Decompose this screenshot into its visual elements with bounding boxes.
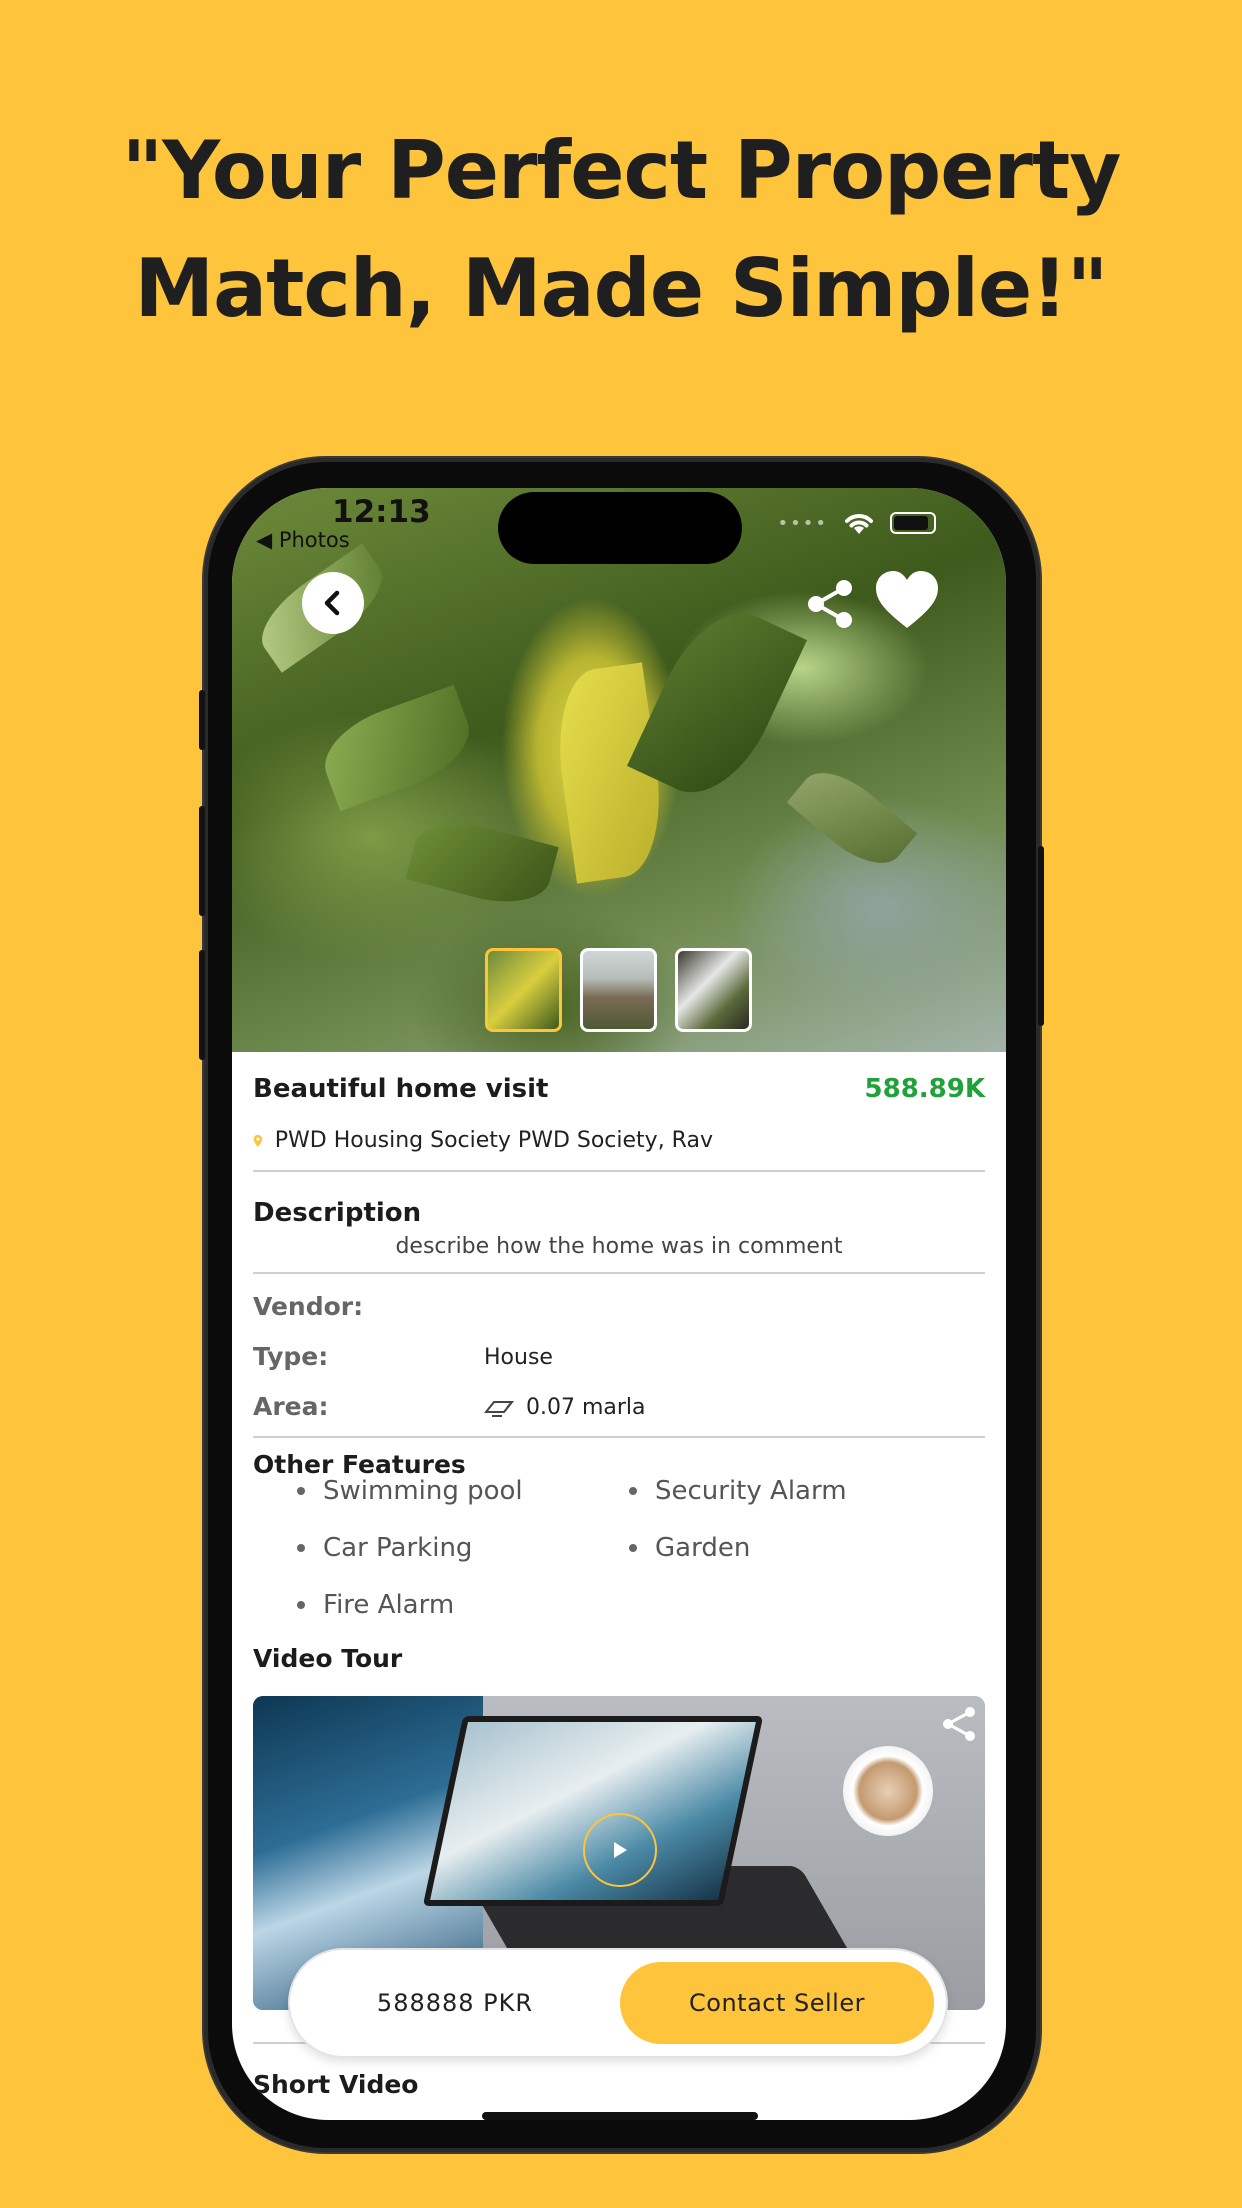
property-location: PWD Housing Society PWD Society, Rav (253, 1128, 713, 1153)
status-indicators: •••• (778, 510, 936, 536)
property-hero-image[interactable]: 12:13 ◀ Photos •••• (232, 488, 1006, 1052)
battery-icon (890, 512, 936, 534)
play-icon (614, 1842, 627, 1858)
contact-seller-button[interactable]: Contact Seller (620, 1962, 934, 2044)
location-pin-icon (253, 1134, 263, 1147)
home-indicator[interactable] (482, 2112, 758, 2120)
chevron-left-icon (324, 590, 340, 616)
thumbnail-1[interactable] (485, 948, 562, 1032)
share-icon[interactable] (804, 578, 856, 630)
property-price: 588.89K (864, 1074, 985, 1104)
ruler-icon (484, 1400, 514, 1417)
dynamic-island (498, 492, 742, 564)
video-thumb-coffee-cup (843, 1746, 933, 1836)
vendor-label: Vendor: (253, 1292, 364, 1321)
video-tour-heading: Video Tour (253, 1644, 403, 1673)
play-button[interactable] (583, 1813, 657, 1887)
status-back-to-photos[interactable]: ◀ Photos (256, 528, 350, 552)
type-label: Type: (253, 1342, 329, 1371)
hero-leaf-shape (312, 684, 482, 812)
description-heading: Description (253, 1198, 422, 1228)
feature-item: Security Alarm (629, 1476, 847, 1506)
feature-item: Swimming pool (297, 1476, 523, 1506)
bullet-icon (629, 1544, 637, 1552)
headline-line-1: "Your Perfect Property (121, 124, 1122, 217)
wifi-icon (845, 514, 873, 534)
bullet-icon (297, 1487, 305, 1495)
phone-button-volume-up (199, 806, 205, 916)
back-button[interactable] (302, 572, 364, 634)
description-text: describe how the home was in comment (395, 1234, 843, 1259)
divider (253, 1436, 985, 1438)
video-thumb-laptop-screen (422, 1716, 764, 1906)
phone-screen: 12:13 ◀ Photos •••• Beautiful home visit… (232, 488, 1006, 2120)
bullet-icon (297, 1544, 305, 1552)
headline-line-2: Match, Made Simple!" (134, 242, 1109, 335)
other-features-heading: Other Features (253, 1450, 466, 1479)
signal-icon: •••• (777, 512, 828, 534)
hero-leaf-shape (405, 811, 559, 915)
video-share-icon[interactable] (939, 1704, 979, 1744)
headline: "Your Perfect Property Match, Made Simpl… (0, 112, 1242, 348)
type-value: House (484, 1345, 553, 1370)
hero-leaf-shape (786, 756, 918, 880)
short-video-heading: Short Video (253, 2070, 419, 2099)
bottom-action-bar: 588888 PKR Contact Seller (288, 1948, 948, 2058)
heart-icon[interactable] (874, 568, 940, 634)
area-value: 0.07 marla (526, 1395, 646, 1420)
bullet-icon (297, 1601, 305, 1609)
feature-item: Fire Alarm (297, 1590, 454, 1620)
title-row: Beautiful home visit 588.89K (253, 1074, 985, 1104)
feature-item: Garden (629, 1533, 750, 1563)
bullet-icon (629, 1487, 637, 1495)
area-value-row: 0.07 marla (484, 1395, 646, 1420)
feature-item: Car Parking (297, 1533, 472, 1563)
thumbnail-3[interactable] (675, 948, 752, 1032)
divider (253, 1272, 985, 1274)
thumbnail-2[interactable] (580, 948, 657, 1032)
photo-thumbnails (485, 948, 752, 1032)
property-title: Beautiful home visit (253, 1074, 549, 1104)
bottom-price: 588888 PKR (376, 1989, 534, 2017)
location-text: PWD Housing Society PWD Society, Rav (274, 1128, 713, 1153)
status-time: 12:13 (332, 494, 431, 530)
phone-button-power (1038, 846, 1044, 1026)
area-label: Area: (253, 1392, 329, 1421)
phone-button-volume-down (199, 950, 205, 1060)
phone-button-silent (199, 690, 205, 750)
divider (253, 1170, 985, 1172)
